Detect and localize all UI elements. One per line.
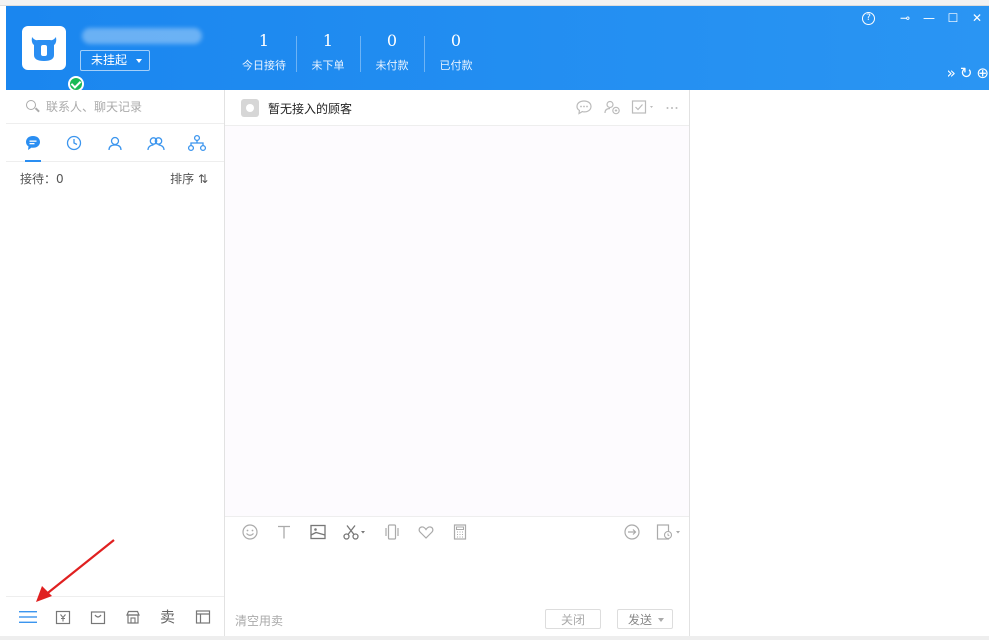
image-button[interactable] xyxy=(301,523,335,541)
input-toolbar-right xyxy=(623,523,683,541)
layout-button[interactable] xyxy=(191,605,215,629)
tab-recent-chats[interactable] xyxy=(18,124,48,162)
account-name-blurred xyxy=(82,28,202,44)
customer-avatar xyxy=(241,99,259,117)
heart-icon xyxy=(418,525,434,539)
stat-label: 已付款 xyxy=(439,59,473,72)
expand-icon[interactable]: » xyxy=(947,64,956,82)
stat-unpaid[interactable]: 0 未付款 xyxy=(360,30,424,74)
transfer-customer-icon[interactable] xyxy=(603,99,621,115)
store-icon xyxy=(125,610,140,624)
tab-contacts[interactable] xyxy=(100,124,130,162)
vibrate-icon xyxy=(385,523,399,540)
sell-button[interactable]: 卖 xyxy=(156,605,180,629)
header-right-tools: » ↻ ⊕ xyxy=(947,64,989,82)
chat-panel: 暂无接入的顾客 清空用卖 关闭 发送 xyxy=(225,90,690,636)
message-input-area: 清空用卖 关闭 发送 xyxy=(225,546,689,636)
quick-reply-icon[interactable] xyxy=(575,99,593,115)
chat-bubble-icon xyxy=(25,136,40,150)
clock-icon xyxy=(66,135,81,151)
stat-label: 未付款 xyxy=(375,59,409,72)
font-button[interactable] xyxy=(267,523,301,541)
tab-history[interactable] xyxy=(59,124,89,162)
suspend-status-dropdown[interactable]: 未挂起 xyxy=(80,50,150,71)
stat-today-reception[interactable]: 1 今日接待 xyxy=(232,30,296,74)
tab-organization[interactable] xyxy=(182,124,212,162)
clear-screen-link[interactable]: 清空用卖 xyxy=(235,612,283,629)
search-input[interactable] xyxy=(46,98,206,116)
reception-row: 接待：0 排序 ⇅ xyxy=(6,168,224,186)
orders-button[interactable] xyxy=(86,605,110,629)
store-button[interactable] xyxy=(121,605,145,629)
cow-logo-icon xyxy=(31,37,57,61)
qianniu-workbench: 未挂起 1 今日接待 1 未下单 0 未付款 0 已付款 ? ⊸ — ☐ ✕ »… xyxy=(0,0,989,640)
bag-icon xyxy=(90,610,105,624)
shop-avatar[interactable] xyxy=(22,26,84,92)
emoji-icon xyxy=(242,523,258,540)
chevron-down-icon xyxy=(658,618,664,622)
font-icon xyxy=(278,525,290,538)
taskbar-edge xyxy=(0,636,989,640)
suspend-status-label: 未挂起 xyxy=(91,53,128,67)
contact-tabs xyxy=(6,124,224,162)
search-box xyxy=(6,90,224,124)
stat-not-ordered[interactable]: 1 未下单 xyxy=(296,30,360,74)
screenshot-button[interactable] xyxy=(335,523,375,541)
contact-icon xyxy=(108,136,122,151)
calculator-icon xyxy=(453,523,467,540)
favorite-button[interactable] xyxy=(409,523,443,541)
red-arrow-annotation-icon xyxy=(36,539,115,602)
stat-paid[interactable]: 0 已付款 xyxy=(424,30,488,74)
main-menu-button[interactable] xyxy=(16,605,40,629)
transfer-arrow-icon[interactable] xyxy=(623,523,641,541)
pin-icon[interactable]: ⊸ xyxy=(893,10,917,26)
stat-label: 未下单 xyxy=(311,59,345,72)
scissors-icon xyxy=(343,524,365,540)
minimize-icon[interactable]: — xyxy=(917,10,941,26)
input-toolbar xyxy=(225,516,689,546)
reception-stats: 1 今日接待 1 未下单 0 未付款 0 已付款 xyxy=(232,30,488,74)
tab-groups[interactable] xyxy=(141,124,171,162)
chat-header: 暂无接入的顾客 xyxy=(225,90,689,126)
customer-info-panel xyxy=(690,90,989,636)
group-icon xyxy=(147,137,165,151)
more-options-icon[interactable] xyxy=(665,99,679,115)
yuan-box-icon xyxy=(55,610,70,624)
customer-name: 暂无接入的顾客 xyxy=(268,102,353,116)
add-circle-icon[interactable]: ⊕ xyxy=(976,64,989,82)
stat-value: 1 xyxy=(322,31,334,50)
send-label: 发送 xyxy=(628,612,653,627)
help-icon[interactable]: ? xyxy=(862,11,875,25)
chevron-down-icon xyxy=(136,59,142,63)
close-window-icon[interactable]: ✕ xyxy=(965,10,989,26)
window-controls: ? ⊸ — ☐ ✕ xyxy=(862,10,989,26)
sell-label: 卖 xyxy=(159,608,175,626)
reception-count: 接待：0 xyxy=(20,172,64,186)
layout-panel-icon xyxy=(195,609,210,624)
close-chat-button[interactable]: 关闭 xyxy=(545,609,601,629)
history-record-icon[interactable] xyxy=(655,523,683,541)
image-icon xyxy=(310,524,326,539)
vibrate-button[interactable] xyxy=(375,523,409,541)
stat-value: 0 xyxy=(386,31,398,50)
sort-button[interactable]: 排序 ⇅ xyxy=(170,170,208,187)
message-input[interactable] xyxy=(235,552,675,602)
org-tree-icon xyxy=(188,134,207,152)
stat-value: 0 xyxy=(450,31,462,50)
stat-value: 1 xyxy=(258,31,270,50)
maximize-icon[interactable]: ☐ xyxy=(941,10,965,26)
emoji-button[interactable] xyxy=(233,523,267,541)
message-list[interactable] xyxy=(225,126,689,516)
search-icon xyxy=(26,100,36,110)
add-note-icon[interactable] xyxy=(631,99,655,115)
finance-button[interactable] xyxy=(51,605,75,629)
calculator-button[interactable] xyxy=(443,523,477,541)
app-header: 未挂起 1 今日接待 1 未下单 0 未付款 0 已付款 ? ⊸ — ☐ ✕ »… xyxy=(6,6,989,92)
hamburger-menu-icon xyxy=(18,610,37,623)
send-button[interactable]: 发送 xyxy=(617,609,673,629)
chat-header-tools xyxy=(575,99,679,115)
refresh-icon[interactable]: ↻ xyxy=(960,64,973,82)
stat-label: 今日接待 xyxy=(242,59,286,72)
